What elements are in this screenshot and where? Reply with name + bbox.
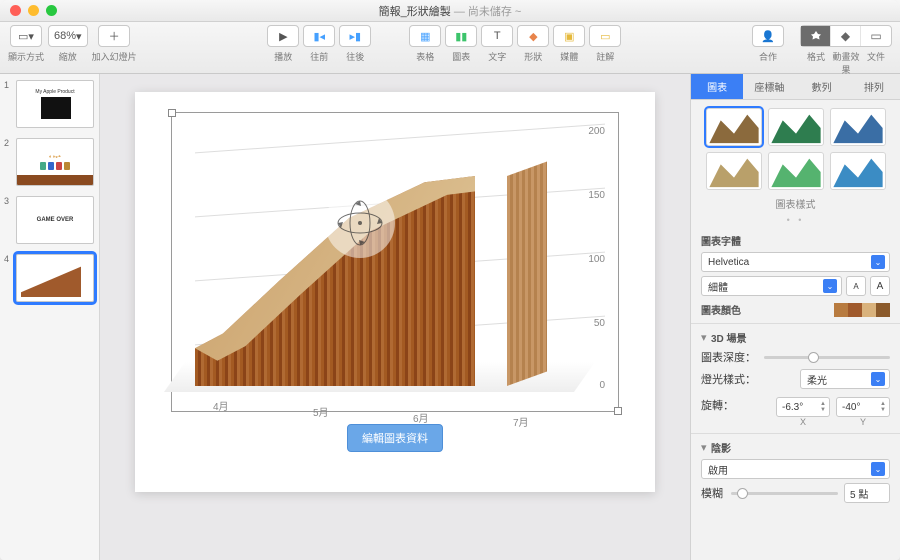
- chart-style-option[interactable]: [830, 152, 886, 190]
- inspector-mode-segment: ◆ ▭: [800, 25, 892, 47]
- prev-label: 往前: [310, 50, 328, 63]
- shadow-enable-select[interactable]: 啟用⌄: [701, 459, 890, 479]
- toolbar: ▭▾ 顯示方式 68%▾ 縮放 ＋ 加入幻燈片 ▶ 播放 ▮◂ 往前 ▸▮ 往後…: [0, 22, 900, 74]
- add-slide-button[interactable]: ＋: [99, 26, 129, 46]
- chart-style-option[interactable]: [706, 108, 762, 146]
- shadow-label: 陰影: [711, 440, 890, 455]
- blur-input[interactable]: 5 點: [844, 483, 890, 503]
- slide-canvas[interactable]: 200 150 100 50 0 4月 5月 6月 7月 編輯圖表資料: [100, 74, 690, 560]
- font-smaller-button[interactable]: A: [846, 276, 866, 296]
- color-swatches[interactable]: [834, 303, 890, 317]
- depth-slider[interactable]: [764, 356, 890, 359]
- chart-style-option[interactable]: [768, 108, 824, 146]
- y-tick: 0: [599, 380, 605, 391]
- zoom-label: 縮放: [59, 50, 77, 63]
- slide-thumb[interactable]: 1 My Apple Product: [6, 80, 93, 128]
- light-style-select[interactable]: 柔光⌄: [800, 369, 890, 389]
- chevron-down-icon: ⌄: [871, 462, 885, 476]
- view-mode-button[interactable]: ▭▾: [11, 26, 41, 46]
- media-button[interactable]: ▣: [554, 26, 584, 46]
- rotate-x-input[interactable]: -6.3°▲▼: [776, 397, 830, 417]
- slide: 200 150 100 50 0 4月 5月 6月 7月 編輯圖表資料: [135, 92, 655, 492]
- blur-label: 模糊: [701, 485, 723, 501]
- rotate-control[interactable]: [325, 188, 395, 258]
- comment-button[interactable]: ▭: [590, 26, 620, 46]
- collaborate-button[interactable]: 👤: [753, 26, 783, 46]
- presenter-next-button[interactable]: ▸▮: [340, 26, 370, 46]
- window-title: 簡報_形狀繪製 — 尚未儲存 ~: [0, 3, 900, 19]
- titlebar: 簡報_形狀繪製 — 尚未儲存 ~: [0, 0, 900, 22]
- slide-thumb[interactable]: 3 GAME OVER: [6, 196, 93, 244]
- tab-series[interactable]: 數列: [796, 74, 848, 99]
- chart-style-option[interactable]: [830, 108, 886, 146]
- chart-style-grid: [701, 108, 890, 190]
- play-button[interactable]: ▶: [268, 26, 298, 46]
- table-button[interactable]: ▦: [410, 26, 440, 46]
- tab-axes[interactable]: 座標軸: [743, 74, 795, 99]
- chart-style-option[interactable]: [768, 152, 824, 190]
- slide-thumb[interactable]: 2 ◐◑◒◓: [6, 138, 93, 186]
- animate-tab[interactable]: ◆: [831, 26, 861, 46]
- y-tick: 100: [588, 254, 605, 265]
- y-tick: 50: [594, 318, 605, 329]
- font-section-label: 圖表字體: [701, 233, 890, 248]
- depth-label: 圖表深度：: [701, 349, 756, 365]
- shape-button[interactable]: ◆: [518, 26, 548, 46]
- format-tab[interactable]: [801, 26, 831, 46]
- app-window: 簡報_形狀繪製 — 尚未儲存 ~ ▭▾ 顯示方式 68%▾ 縮放 ＋ 加入幻燈片…: [0, 0, 900, 560]
- add-slide-label: 加入幻燈片: [92, 50, 137, 63]
- title-text: 簡報_形狀繪製: [379, 6, 451, 18]
- chevron-down-icon: ⌄: [871, 372, 885, 386]
- chevron-down-icon: ⌄: [823, 279, 837, 293]
- disclosure-icon[interactable]: ▾: [701, 441, 711, 454]
- play-label: 播放: [274, 50, 292, 63]
- font-weight-select[interactable]: 細體⌄: [701, 276, 842, 296]
- blur-slider[interactable]: [731, 492, 838, 495]
- style-page-dots[interactable]: • •: [701, 215, 890, 225]
- x-tick: 7月: [513, 414, 529, 429]
- rotate-y-input[interactable]: -40°▲▼: [836, 397, 890, 417]
- title-subtitle: — 尚未儲存 ~: [454, 6, 522, 18]
- inspector-panel: 圖表 座標軸 數列 排列 圖表樣式 • • 圖表字體 Helveti: [690, 74, 900, 560]
- tab-arrange[interactable]: 排列: [848, 74, 900, 99]
- chart-3d[interactable]: [195, 128, 585, 392]
- color-section-label: 圖表顏色: [701, 302, 741, 317]
- chart-button[interactable]: ▮▮: [446, 26, 476, 46]
- text-button[interactable]: T: [482, 26, 512, 46]
- font-larger-button[interactable]: A: [870, 276, 890, 296]
- light-label: 燈光樣式：: [701, 371, 756, 387]
- view-mode-label: 顯示方式: [8, 50, 44, 63]
- zoom-button[interactable]: 68%▾: [49, 26, 87, 46]
- font-family-select[interactable]: Helvetica⌄: [701, 252, 890, 272]
- style-label: 圖表樣式: [701, 196, 890, 211]
- x-tick: 6月: [413, 410, 429, 425]
- scene-label: 3D 場景: [711, 330, 890, 345]
- next-label: 往後: [346, 50, 364, 63]
- presenter-prev-button[interactable]: ▮◂: [304, 26, 334, 46]
- x-tick: 4月: [213, 398, 229, 413]
- document-tab[interactable]: ▭: [861, 26, 891, 46]
- chart-style-option[interactable]: [706, 152, 762, 190]
- inspector-tabs: 圖表 座標軸 數列 排列: [691, 74, 900, 100]
- tab-chart[interactable]: 圖表: [691, 74, 743, 99]
- x-tick: 5月: [313, 404, 329, 419]
- slide-thumb[interactable]: 4: [6, 254, 93, 302]
- disclosure-icon[interactable]: ▾: [701, 331, 711, 344]
- chevron-down-icon: ⌄: [871, 255, 885, 269]
- edit-chart-data-button[interactable]: 編輯圖表資料: [347, 424, 443, 452]
- y-tick: 150: [588, 190, 605, 201]
- rotate-label: 旋轉：: [701, 397, 734, 413]
- y-tick: 200: [588, 126, 605, 137]
- slide-navigator[interactable]: 1 My Apple Product 2 ◐◑◒◓ 3 GAME OVER 4: [0, 74, 100, 560]
